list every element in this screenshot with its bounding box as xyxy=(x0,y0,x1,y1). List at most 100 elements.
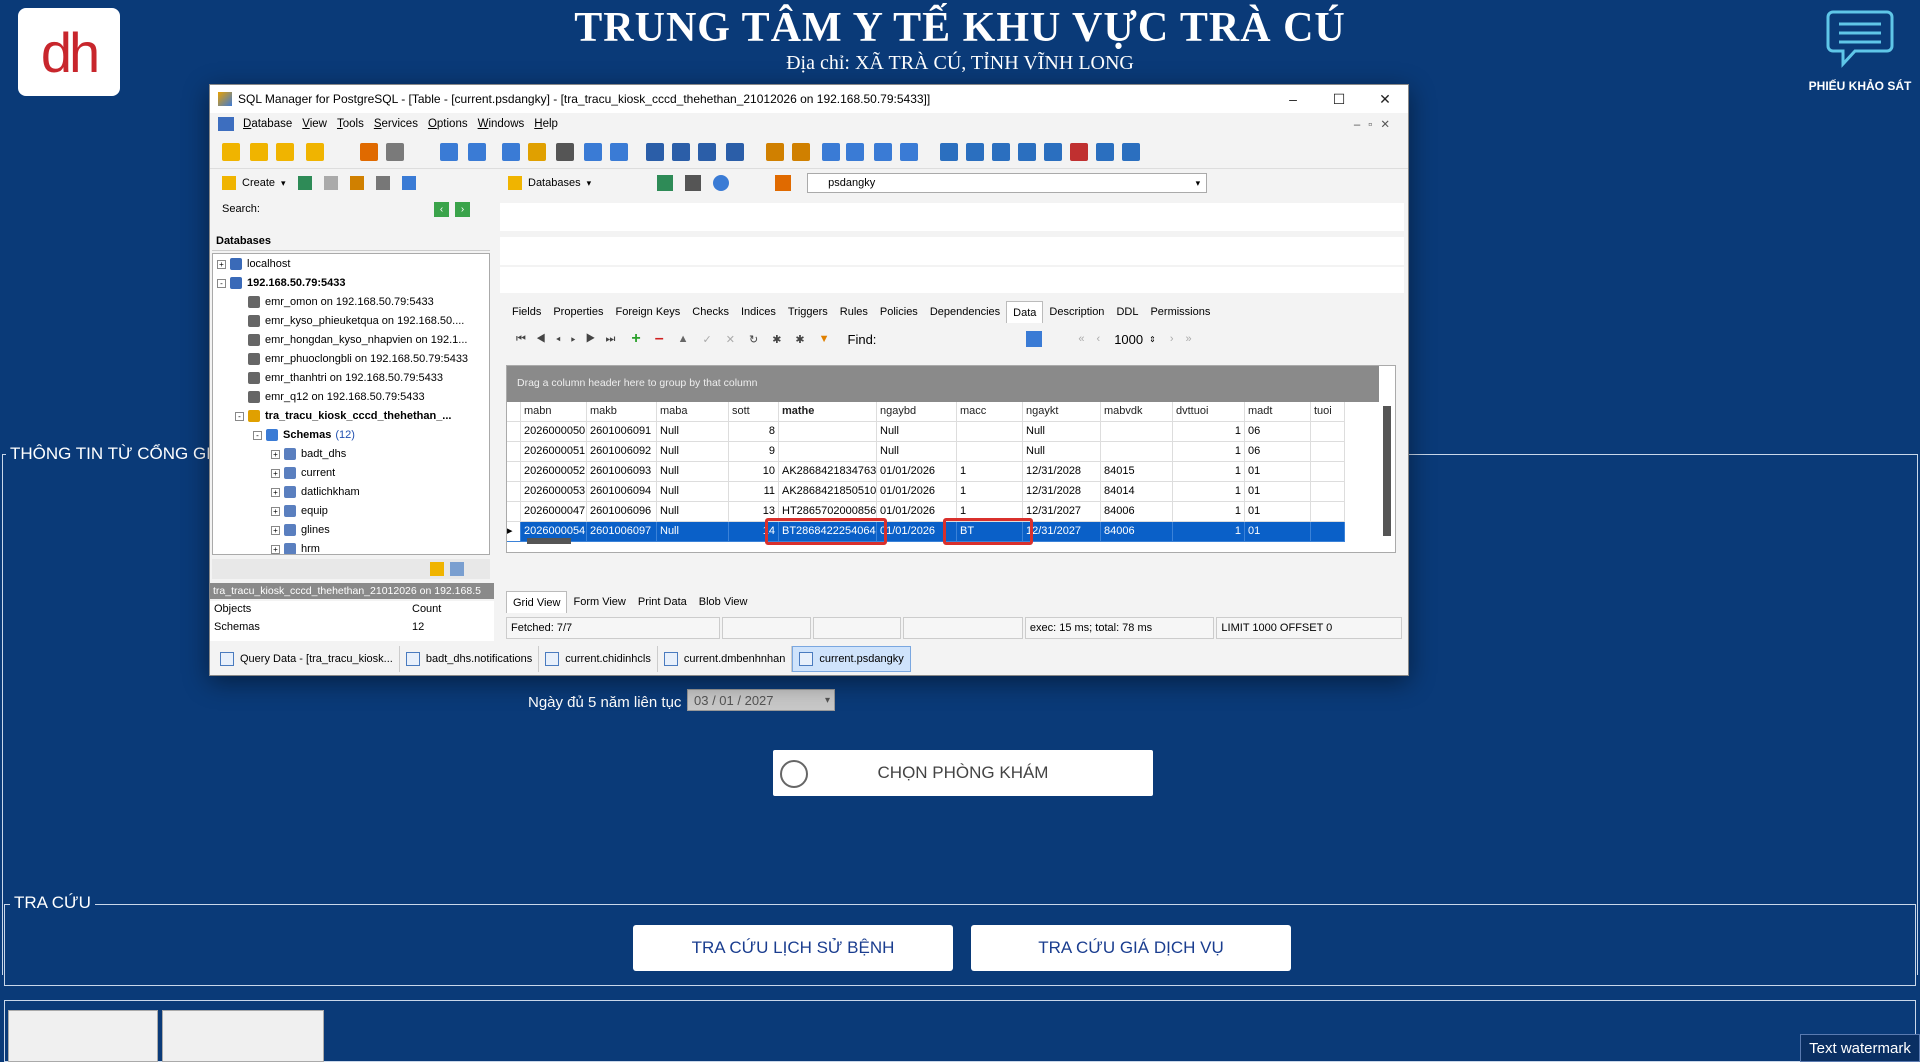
filter-funnel-icon[interactable]: ▼ xyxy=(819,333,830,345)
grid-cell[interactable]: 1 xyxy=(1173,422,1245,442)
print-data-icon[interactable] xyxy=(685,175,702,191)
tree-item[interactable]: + badt_dhs xyxy=(271,446,346,462)
window-tab[interactable]: badt_dhs.notifications xyxy=(400,646,540,672)
maximize-icon[interactable]: ☐ xyxy=(1316,85,1362,113)
mdi-controls[interactable]: –▫✕ xyxy=(1354,117,1398,131)
up-icon[interactable]: ▲ xyxy=(678,333,689,345)
backup-icon[interactable] xyxy=(766,143,784,161)
tile-h-icon[interactable] xyxy=(992,143,1010,161)
grid-cell[interactable]: 2601006093 xyxy=(587,462,657,482)
export-icon[interactable] xyxy=(502,143,520,161)
column-header[interactable]: sott xyxy=(729,402,779,422)
collapse-icon[interactable]: - xyxy=(217,278,226,288)
grid-cell[interactable]: Null xyxy=(657,422,729,442)
tree-item[interactable]: emr_kyso_phieuketqua on 192.168.50.... xyxy=(235,313,464,329)
tools-icon[interactable] xyxy=(349,176,364,190)
users-icon[interactable] xyxy=(672,143,690,161)
tab-grid-view[interactable]: Grid View xyxy=(506,591,568,613)
bottom-tile-1[interactable] xyxy=(8,1010,158,1062)
grid-cell[interactable]: 2601006092 xyxy=(587,442,657,462)
chevron-down-icon[interactable]: ▾ xyxy=(587,178,592,189)
database-remove-icon[interactable] xyxy=(276,143,294,161)
tab-checks[interactable]: Checks xyxy=(686,301,735,323)
grid-cell[interactable]: 1 xyxy=(1173,482,1245,502)
grid-cell[interactable]: 01 xyxy=(1245,502,1311,522)
menu-database[interactable]: Database xyxy=(238,118,297,130)
grid-cell[interactable] xyxy=(957,422,1023,442)
grid-cell[interactable]: Null xyxy=(1023,442,1101,462)
tree-item[interactable]: emr_phuoclongbli on 192.168.50.79:5433 xyxy=(235,351,468,367)
tree-item[interactable]: emr_q12 on 192.168.50.79:5433 xyxy=(235,389,425,405)
price-lookup-button[interactable]: TRA CỨU GIÁ DỊCH VỤ xyxy=(971,925,1291,971)
grid-cell[interactable]: 2601006091 xyxy=(587,422,657,442)
grid-cell[interactable] xyxy=(957,442,1023,462)
expand-icon[interactable]: + xyxy=(271,544,280,554)
search-prev-icon[interactable]: ‹ xyxy=(434,201,449,217)
column-header[interactable]: dvttuoi xyxy=(1173,402,1245,422)
grid-cell[interactable]: 1 xyxy=(1173,502,1245,522)
grid-cell[interactable]: Null xyxy=(657,482,729,502)
tab-rules[interactable]: Rules xyxy=(834,301,874,323)
column-header[interactable]: tuoi xyxy=(1311,402,1345,422)
expand-icon[interactable]: + xyxy=(271,525,280,535)
expand-icon[interactable]: + xyxy=(271,487,280,497)
choose-room-button[interactable]: CHỌN PHÒNG KHÁM xyxy=(773,750,1153,796)
grid-cell[interactable]: 2026000053 xyxy=(521,482,587,502)
menu-options[interactable]: Options xyxy=(423,118,473,130)
properties-icon[interactable] xyxy=(386,143,404,161)
grid-cell[interactable]: 9 xyxy=(729,442,779,462)
menu-tools[interactable]: Tools xyxy=(332,118,369,130)
menu-windows[interactable]: Windows xyxy=(473,118,530,130)
grid-cell[interactable]: 84006 xyxy=(1101,502,1173,522)
table-row[interactable]: 2026000051 2601006092 Null 9 Null Null 1 06 xyxy=(507,442,1379,462)
window-tab[interactable]: current.psdangky xyxy=(792,646,911,672)
panel-view-icon[interactable] xyxy=(450,562,464,576)
column-header[interactable]: ngaybd xyxy=(877,402,957,422)
column-header[interactable]: mathe xyxy=(779,402,877,422)
database-add-icon[interactable] xyxy=(222,143,240,161)
grid-cell[interactable]: 84014 xyxy=(1101,482,1173,502)
table-combo[interactable]: psdangky ▾ xyxy=(807,173,1208,193)
grid-cell[interactable]: AK2868421834763 xyxy=(779,462,877,482)
grid-cell[interactable]: 01/01/2026 xyxy=(877,482,957,502)
grid-cell[interactable] xyxy=(1101,442,1173,462)
grid-cell[interactable]: 8 xyxy=(729,422,779,442)
survey-button[interactable]: PHIẾU KHẢO SÁT xyxy=(1805,8,1915,93)
grid-cell[interactable]: Null xyxy=(657,442,729,462)
grid-cell[interactable]: 11 xyxy=(729,482,779,502)
page-next-icons[interactable]: ›» xyxy=(1170,333,1204,345)
window-tab[interactable]: Query Data - [tra_tracu_kiosk... xyxy=(214,646,400,672)
horizontal-scrollbar[interactable] xyxy=(527,538,571,544)
tab-policies[interactable]: Policies xyxy=(874,301,924,323)
action-icon[interactable] xyxy=(775,175,792,191)
limit-value[interactable]: 1000 xyxy=(1114,332,1143,347)
grid-cell[interactable] xyxy=(779,442,877,462)
tree-item[interactable]: - tra_tracu_kiosk_cccd_thehethan_... xyxy=(235,408,451,424)
grid-cell[interactable]: 12/31/2028 xyxy=(1023,482,1101,502)
page-prev-icons[interactable]: «‹ xyxy=(1078,333,1112,345)
grid-cell[interactable] xyxy=(1101,422,1173,442)
history-icon[interactable] xyxy=(401,176,416,190)
grid-cell[interactable]: 12/31/2027 xyxy=(1023,502,1101,522)
grid-cell[interactable]: 2026000050 xyxy=(521,422,587,442)
nav-buttons[interactable]: ⏮◀◂▸▶⏭ xyxy=(516,333,625,346)
search-next-icon[interactable]: › xyxy=(455,201,470,217)
close-icon[interactable]: ✕ xyxy=(1362,85,1408,113)
tile-v-icon[interactable] xyxy=(1018,143,1036,161)
minimize-all-icon[interactable] xyxy=(1044,143,1062,161)
window-icon[interactable] xyxy=(874,143,892,161)
menu-view[interactable]: View xyxy=(297,118,332,130)
table-row[interactable]: 2026000052 2601006093 Null 10 AK286842183476… xyxy=(507,462,1379,482)
star-filter-icon[interactable]: ✱ xyxy=(795,333,804,346)
expand-icon[interactable]: + xyxy=(271,468,280,478)
tab-triggers[interactable]: Triggers xyxy=(782,301,834,323)
import-icon[interactable] xyxy=(528,143,546,161)
window-titlebar[interactable]: SQL Manager for PostgreSQL - [Table - [c… xyxy=(210,85,1408,113)
grid-cell[interactable]: Null xyxy=(877,422,957,442)
grants-icon[interactable] xyxy=(698,143,716,161)
user-icon[interactable] xyxy=(646,143,664,161)
date-field[interactable]: 03 / 01 / 2027 ▾ xyxy=(687,689,835,711)
tree-item[interactable]: emr_thanhtri on 192.168.50.79:5433 xyxy=(235,370,443,386)
tree-item[interactable]: emr_omon on 192.168.50.79:5433 xyxy=(235,294,434,310)
grid-cell[interactable]: 10 xyxy=(729,462,779,482)
